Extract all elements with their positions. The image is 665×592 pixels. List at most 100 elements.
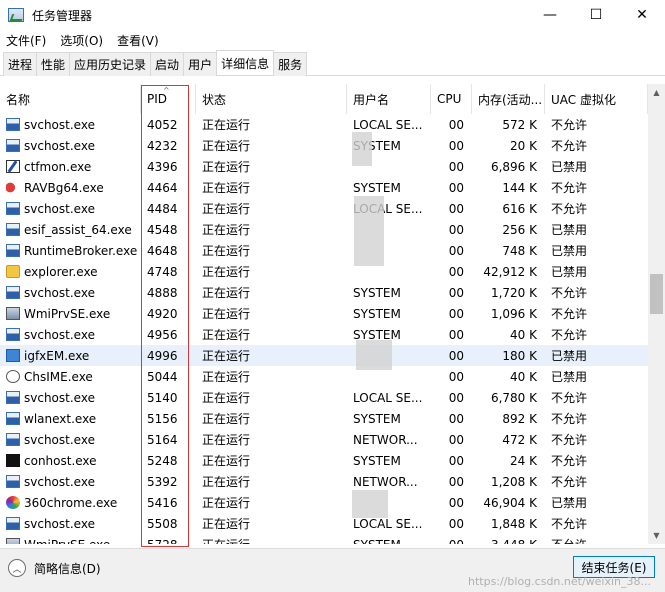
status-cell: 正在运行 xyxy=(202,181,251,195)
uac-cell: 已禁用 xyxy=(551,223,588,237)
table-row[interactable]: igfxEM.exe 4996 正在运行 00 180 K 已禁用 xyxy=(0,345,648,366)
status-cell: 正在运行 xyxy=(202,265,251,279)
close-button[interactable]: ✕ xyxy=(619,0,665,30)
cpu-cell: 00 xyxy=(448,264,464,279)
status-cell: 正在运行 xyxy=(202,496,251,510)
column-header-uac[interactable]: UAC 虚拟化 xyxy=(545,84,648,114)
memory-cell: 180 K xyxy=(502,348,537,363)
table-row[interactable]: svchost.exe 5164 正在运行 NETWOR... 00 472 K 不允许 xyxy=(0,429,648,450)
table-row[interactable]: conhost.exe 5248 正在运行 SYSTEM 00 24 K 不允许 xyxy=(0,450,648,471)
tab-app-history[interactable]: 应用历史记录 xyxy=(69,52,152,76)
table-row[interactable]: 360chrome.exe 5416 正在运行 00 46,904 K 已禁用 xyxy=(0,492,648,513)
table-row[interactable]: ctfmon.exe 4396 正在运行 00 6,896 K 已禁用 xyxy=(0,156,648,177)
table-row[interactable]: ChsIME.exe 5044 正在运行 00 40 K 已禁用 xyxy=(0,366,648,387)
scroll-thumb[interactable] xyxy=(650,274,663,314)
table-row[interactable]: WmiPrvSE.exe 4920 正在运行 SYSTEM 00 1,096 K 不允许 xyxy=(0,303,648,324)
column-header-status[interactable]: 状态 xyxy=(196,84,347,114)
memory-cell: 144 K xyxy=(502,180,537,195)
uac-cell: 不允许 xyxy=(551,454,588,468)
uac-cell: 已禁用 xyxy=(551,349,588,363)
table-row[interactable]: RAVBg64.exe 4464 正在运行 SYSTEM 00 144 K 不允许 xyxy=(0,177,648,198)
memory-cell: 1,096 K xyxy=(490,306,537,321)
process-name-cell: svchost.exe xyxy=(0,324,141,345)
speaker-icon xyxy=(6,181,20,194)
cpu-cell: 00 xyxy=(448,432,464,447)
column-header-username[interactable]: 用户名 xyxy=(347,84,431,114)
tab-users[interactable]: 用户 xyxy=(183,52,218,76)
memory-cell: 1,848 K xyxy=(490,516,537,531)
table-row[interactable]: esif_assist_64.exe 4548 正在运行 00 256 K 已禁用 xyxy=(0,219,648,240)
cpu-cell: 00 xyxy=(448,243,464,258)
uac-cell: 不允许 xyxy=(551,181,588,195)
uac-cell: 不允许 xyxy=(551,328,588,342)
process-name: svchost.exe xyxy=(24,516,95,531)
fewer-details-link[interactable]: 简略信息(D) xyxy=(34,560,101,577)
service-icon xyxy=(6,244,20,257)
table-row[interactable]: svchost.exe 4956 正在运行 SYSTEM 00 40 K 不允许 xyxy=(0,324,648,345)
process-name-cell: RuntimeBroker.exe xyxy=(0,240,141,261)
process-name-cell: RAVBg64.exe xyxy=(0,177,141,198)
table-row[interactable]: svchost.exe 5508 正在运行 LOCAL SE... 00 1,848 K不… xyxy=(0,513,648,534)
service-icon xyxy=(6,433,20,446)
tab-details[interactable]: 详细信息 xyxy=(216,50,275,75)
pid-cell: 4920 xyxy=(147,306,178,321)
column-header-memory[interactable]: 内存(活动... xyxy=(472,84,545,114)
process-name-cell: svchost.exe xyxy=(0,471,141,492)
table-row[interactable]: svchost.exe 4484 正在运行 LOCAL SE... 00 616 K 不允许 xyxy=(0,198,648,219)
table-row[interactable]: WmiPrvSE.exe 5728正在运行SYSTEM003,448 K不允许 xyxy=(0,534,648,544)
table-row[interactable]: svchost.exe 5140 正在运行 LOCAL SE... 00 6,780 K 不… xyxy=(0,387,648,408)
pid-cell: 5416 xyxy=(147,495,178,510)
status-cell: 正在运行 xyxy=(202,454,251,468)
column-header-pid[interactable]: ^ PID xyxy=(141,84,196,114)
service-icon xyxy=(6,517,20,530)
pid-cell: 5164 xyxy=(147,432,178,447)
cpu-cell: 00 xyxy=(448,138,464,153)
redaction-blur xyxy=(354,196,384,266)
vertical-scrollbar[interactable]: ▲ ▼ xyxy=(648,84,665,544)
tab-startup[interactable]: 启动 xyxy=(150,52,185,76)
table-row[interactable]: svchost.exe 4888 正在运行 SYSTEM 00 1,720 K 不允许 xyxy=(0,282,648,303)
table-row[interactable]: RuntimeBroker.exe 4648 正在运行 00 748 K 已禁用 xyxy=(0,240,648,261)
uac-cell: 不允许 xyxy=(551,517,588,531)
table-row[interactable]: wlanext.exe 5156 正在运行 SYSTEM 00 892 K 不允许 xyxy=(0,408,648,429)
wmi-icon xyxy=(6,538,20,544)
process-name: wlanext.exe xyxy=(24,411,97,426)
table-row[interactable]: svchost.exe 4052 正在运行 LOCAL SE... 00 572 K 不允许 xyxy=(0,114,648,135)
memory-cell: 572 K xyxy=(502,117,537,132)
table-row[interactable]: svchost.exe 4232 正在运行 SYSTEM 00 20 K 不允许 xyxy=(0,135,648,156)
minimize-button[interactable]: — xyxy=(527,0,573,30)
menu-options[interactable]: 选项(O) xyxy=(60,32,103,49)
status-cell: 正在运行 xyxy=(202,118,251,132)
menu-view[interactable]: 查看(V) xyxy=(117,32,159,49)
tab-performance[interactable]: 性能 xyxy=(36,52,71,76)
status-cell: 正在运行 xyxy=(202,517,251,531)
cpu-cell: 00 xyxy=(448,474,464,489)
process-name: svchost.exe xyxy=(24,327,95,342)
process-name: svchost.exe xyxy=(24,474,95,489)
cpu-cell: 00 xyxy=(448,495,464,510)
memory-cell: 256 K xyxy=(502,222,537,237)
table-row[interactable]: svchost.exe 5392 正在运行 NETWOR... 00 1,208 K 不允许 xyxy=(0,471,648,492)
column-header-cpu[interactable]: CPU xyxy=(431,84,472,114)
cpu-cell: 00 xyxy=(448,117,464,132)
cpu-cell: 00 xyxy=(431,534,472,545)
collapse-up-icon[interactable]: ︿ xyxy=(8,559,26,577)
intel-graphics-icon xyxy=(6,349,20,362)
table-row[interactable]: explorer.exe 4748 正在运行 00 42,912 K 已禁用 xyxy=(0,261,648,282)
process-name: RuntimeBroker.exe xyxy=(24,243,138,258)
memory-cell: 6,896 K xyxy=(490,159,537,174)
redaction-blur xyxy=(352,490,388,518)
pid-cell: 4484 xyxy=(147,201,178,216)
menu-bar: 文件(F) 选项(O) 查看(V) xyxy=(0,30,665,50)
column-header-name[interactable]: 名称 xyxy=(0,84,141,114)
tab-services[interactable]: 服务 xyxy=(273,52,308,76)
maximize-button[interactable]: ☐ xyxy=(573,0,619,30)
memory-cell: 748 K xyxy=(502,243,537,258)
menu-file[interactable]: 文件(F) xyxy=(6,32,46,49)
tab-processes[interactable]: 进程 xyxy=(3,52,38,76)
username-cell: LOCAL SE... xyxy=(353,390,423,405)
scroll-up-arrow-icon[interactable]: ▲ xyxy=(648,84,665,101)
process-name-cell: conhost.exe xyxy=(0,450,141,471)
cpu-cell: 00 xyxy=(448,369,464,384)
scroll-down-arrow-icon[interactable]: ▼ xyxy=(648,527,665,544)
